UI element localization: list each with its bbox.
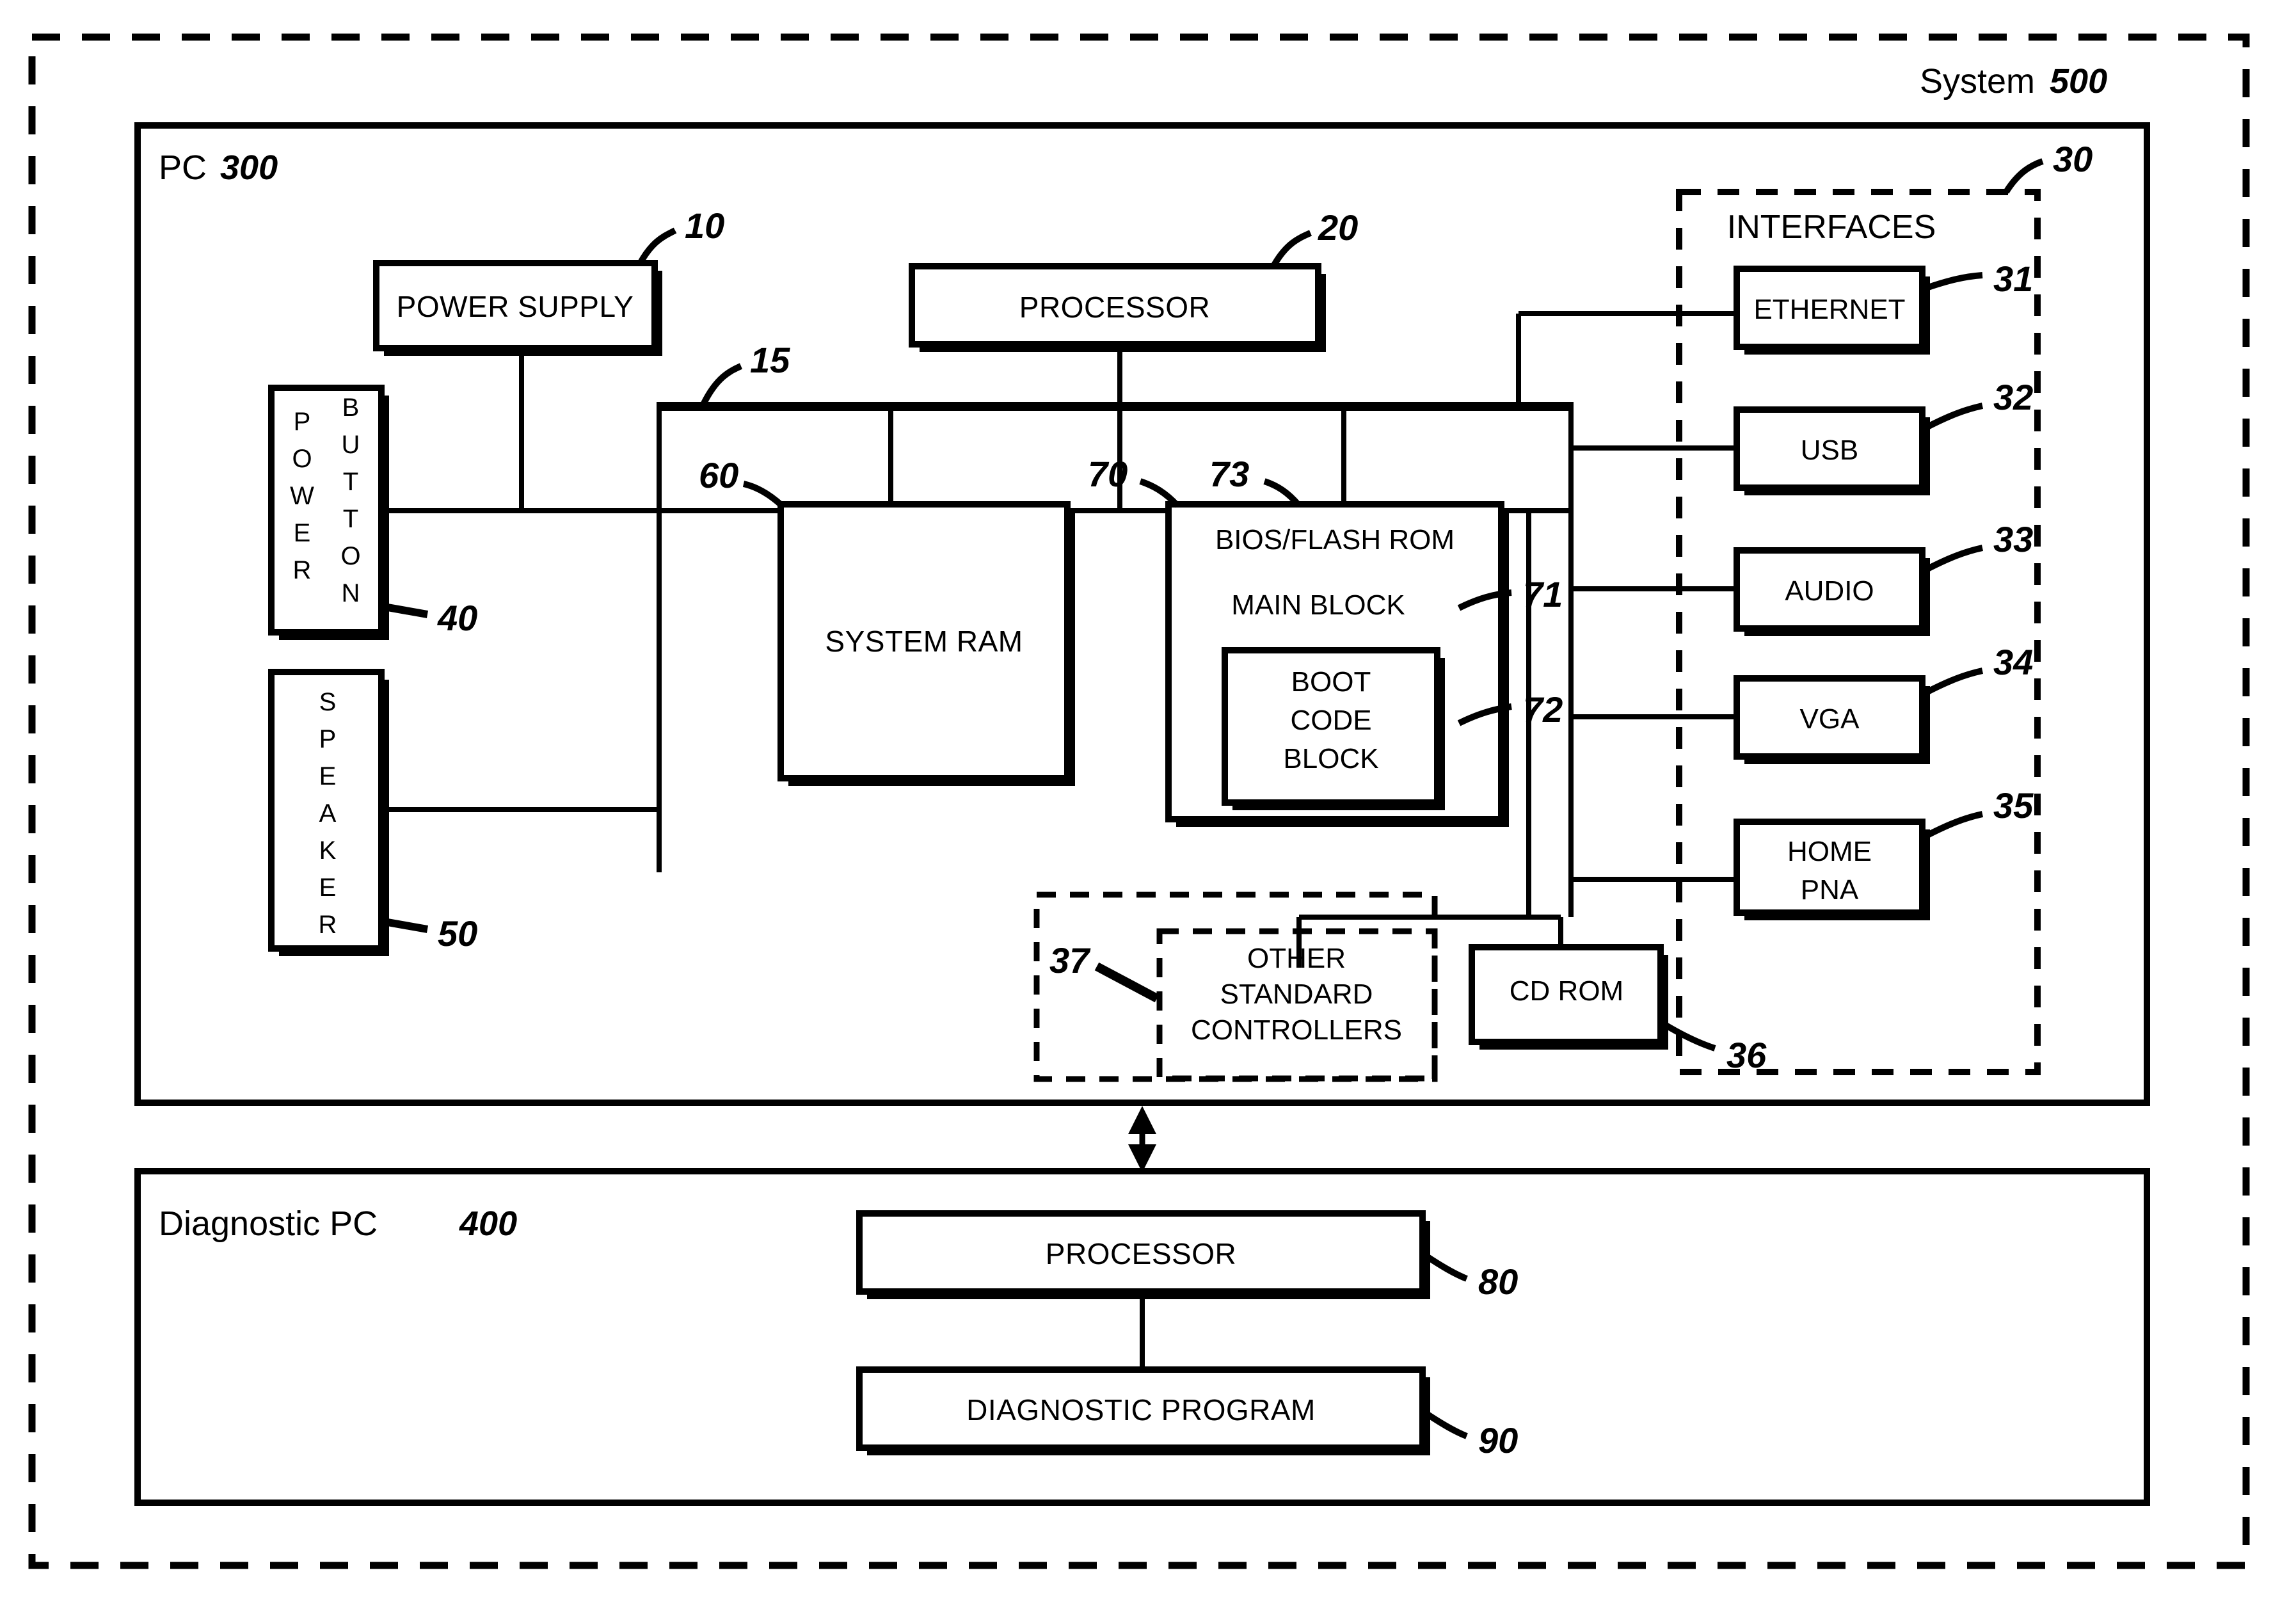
system-title: System 500 [1920,62,2107,100]
svg-text:E: E [319,874,337,902]
ref-73: 73 [1209,454,1249,494]
svg-text:S: S [319,688,337,716]
boot-code-line1: BOOT [1291,666,1371,698]
ref-60: 60 [699,455,738,495]
ref-34: 34 [1993,642,2033,682]
svg-text:K: K [319,836,337,865]
ref-33: 33 [1993,519,2033,559]
pc-title-ref: 300 [220,148,278,187]
ref-35: 35 [1993,785,2034,826]
patent-figure: POWER SUPPLY 10 PROCESSOR 20 15 P O W E … [0,0,2296,1616]
diagnostic-processor-label: PROCESSOR [1046,1237,1236,1270]
ref-40: 40 [437,598,477,638]
power-button-block[interactable] [268,385,385,636]
cd-rom-label: CD ROM [1510,975,1623,1007]
ref-90: 90 [1478,1420,1518,1460]
svg-text:A: A [319,799,337,828]
ref-10: 10 [685,205,724,246]
ref-32: 32 [1993,377,2033,417]
svg-text:E: E [319,762,337,790]
svg-text:O: O [340,542,360,570]
svg-text:T: T [343,505,358,533]
system-title-ref: 500 [2050,62,2107,100]
bios-flash-rom-label: BIOS/FLASH ROM [1215,524,1455,556]
speaker-label: S P E A K E R [319,688,337,939]
interface-home-pna-line1: HOME [1787,836,1872,867]
ref-15: 15 [750,340,790,380]
ref-80: 80 [1478,1261,1518,1302]
other-controllers-line3: CONTROLLERS [1191,1014,1402,1046]
svg-text:R: R [293,556,312,584]
interface-usb-label: USB [1801,435,1858,466]
svg-text:N: N [342,579,360,607]
system-title-label: System [1920,62,2035,100]
processor-label: PROCESSOR [1019,291,1210,324]
svg-text:T: T [343,468,358,496]
ref-37: 37 [1049,940,1091,980]
interface-home-pna-line2: PNA [1801,874,1859,906]
svg-text:E: E [294,519,311,547]
pc-title-label: PC [159,148,207,187]
main-block-label: MAIN BLOCK [1231,589,1405,621]
ref-31: 31 [1993,259,2033,299]
diagnostic-pc-title: Diagnostic PC 400 [159,1204,517,1243]
svg-text:U: U [342,431,360,459]
interface-vga-label: VGA [1800,703,1860,735]
diagnostic-pc-title-ref: 400 [459,1204,517,1243]
boot-code-line2: CODE [1290,705,1371,736]
power-supply-label: POWER SUPPLY [397,290,634,323]
svg-text:W: W [290,482,314,510]
boot-code-line3: BLOCK [1283,743,1378,774]
ref-71: 71 [1523,574,1563,614]
other-controllers-line2: STANDARD [1220,979,1373,1010]
svg-text:B: B [342,394,360,422]
svg-text:P: P [294,408,311,436]
ref-50: 50 [438,913,477,954]
diagnostic-program-label: DIAGNOSTIC PROGRAM [966,1393,1316,1427]
svg-text:O: O [292,445,312,473]
other-controllers-line1: OTHER [1247,943,1346,974]
ref-20: 20 [1318,207,1358,248]
ref-72: 72 [1523,689,1563,730]
ref-30: 30 [2053,139,2093,179]
interface-audio-label: AUDIO [1785,575,1874,607]
svg-text:R: R [319,911,337,939]
ref-70: 70 [1088,454,1128,494]
system-ram-label: SYSTEM RAM [825,625,1023,658]
interface-ethernet-label: ETHERNET [1753,294,1905,325]
svg-text:P: P [319,725,337,753]
diagnostic-pc-title-label: Diagnostic PC [159,1204,378,1243]
arrow-up-icon [1128,1106,1156,1134]
interfaces-title: INTERFACES [1727,209,1936,246]
ref-36: 36 [1726,1035,1767,1075]
